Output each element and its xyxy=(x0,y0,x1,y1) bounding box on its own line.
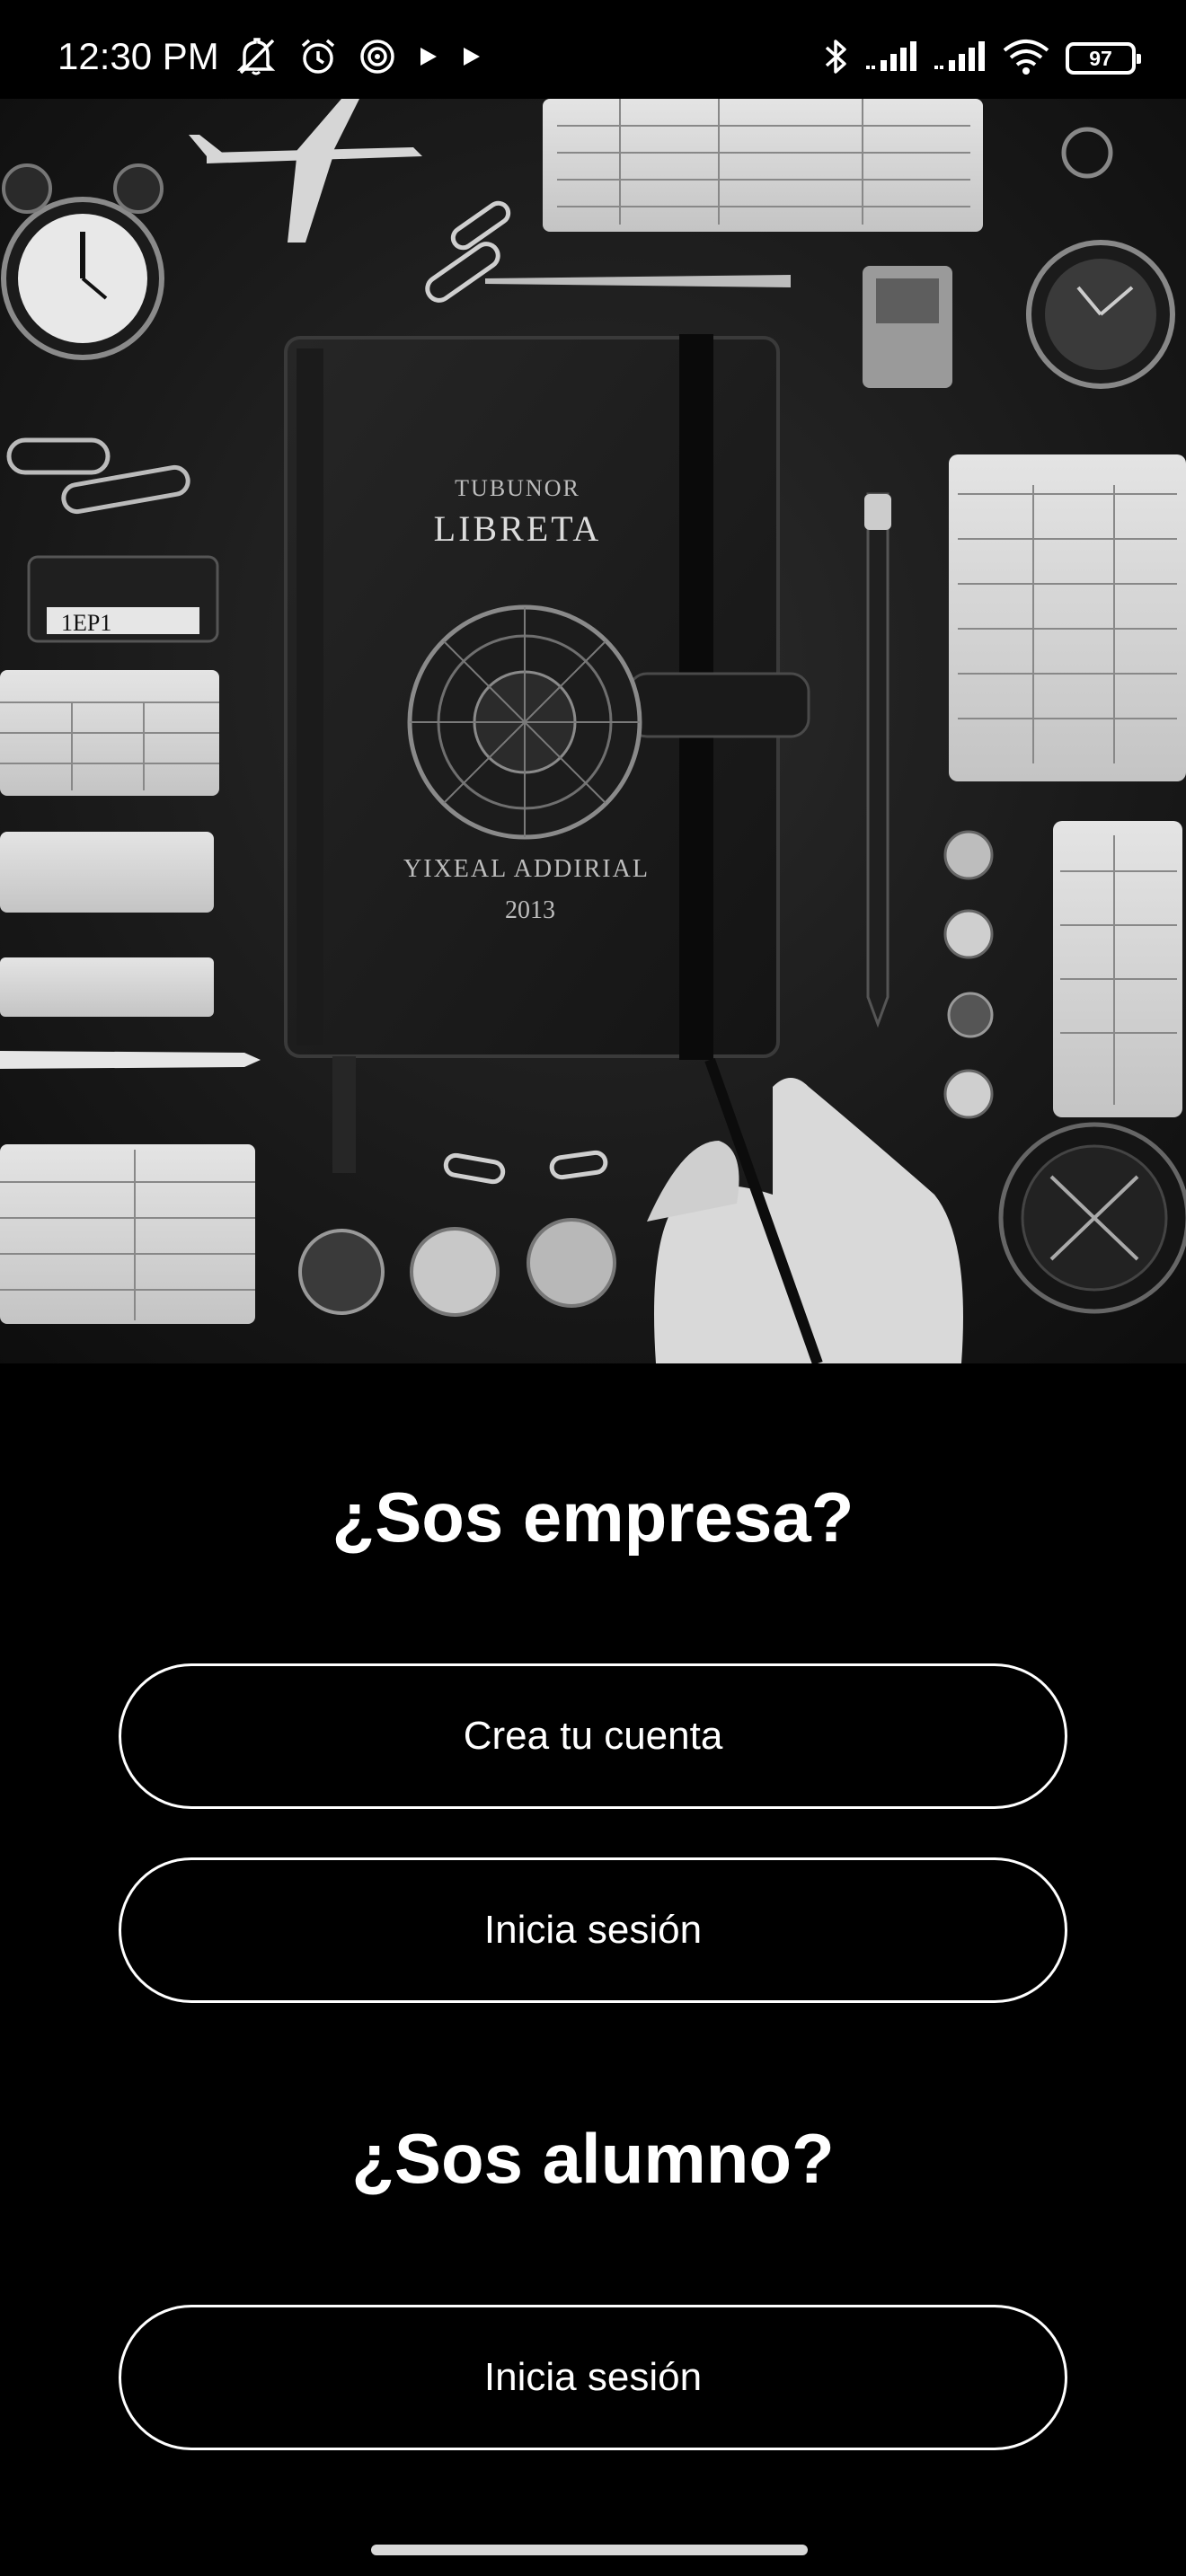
status-bar: 12:30 PM 97 xyxy=(0,0,1186,99)
mute-icon xyxy=(235,37,279,81)
company-heading: ¿Sos empresa? xyxy=(332,1478,854,1557)
status-right-icons: 97 xyxy=(823,36,1141,82)
compass-illustration xyxy=(998,1122,1186,1314)
notebook-title: LIBRETA xyxy=(434,508,602,549)
bluetooth-icon xyxy=(823,36,850,82)
pencil-illustration xyxy=(866,492,890,1028)
pen-illustration xyxy=(0,1051,261,1069)
hero-image: 1EP1 TUBUNOR LIBRETA YIXEAL ADDIRIAL 201… xyxy=(0,99,1186,1363)
coins-illustration xyxy=(298,1218,616,1317)
company-login-button[interactable]: Inicia sesión xyxy=(119,1857,1067,2003)
small-card-text: 1EP1 xyxy=(61,610,111,636)
ledger-card-right xyxy=(949,454,1186,781)
notebook-illustration: TUBUNOR LIBRETA YIXEAL ADDIRIAL 2013 xyxy=(284,334,810,1173)
student-heading: ¿Sos alumno? xyxy=(351,2119,835,2198)
ticket-illustration xyxy=(0,957,214,1017)
notebook-subtitle: YIXEAL ADDIRIAL xyxy=(403,855,650,883)
notebook-label-top: TUBUNOR xyxy=(455,475,580,501)
sync-icon xyxy=(358,37,397,81)
signal-icon xyxy=(864,39,918,79)
play-icon xyxy=(417,43,440,75)
company-create-account-button[interactable]: Crea tu cuenta xyxy=(119,1663,1067,1809)
home-indicator[interactable] xyxy=(371,2545,808,2555)
signal-icon xyxy=(933,39,987,79)
ticket-illustration xyxy=(0,832,214,913)
notebook-year: 2013 xyxy=(505,896,555,924)
wifi-icon xyxy=(1001,38,1051,80)
ledger-card-bottom xyxy=(0,1144,255,1324)
status-time: 12:30 PM xyxy=(58,35,219,77)
alarm-icon xyxy=(298,37,338,81)
ledger-card-top xyxy=(543,99,983,232)
battery-icon: 97 xyxy=(1066,42,1141,75)
student-login-button[interactable]: Inicia sesión xyxy=(119,2305,1067,2450)
status-left-icons xyxy=(235,36,483,81)
play-icon xyxy=(460,43,483,75)
battery-level: 97 xyxy=(1089,47,1112,70)
ledger-card-right-small xyxy=(1053,821,1182,1117)
